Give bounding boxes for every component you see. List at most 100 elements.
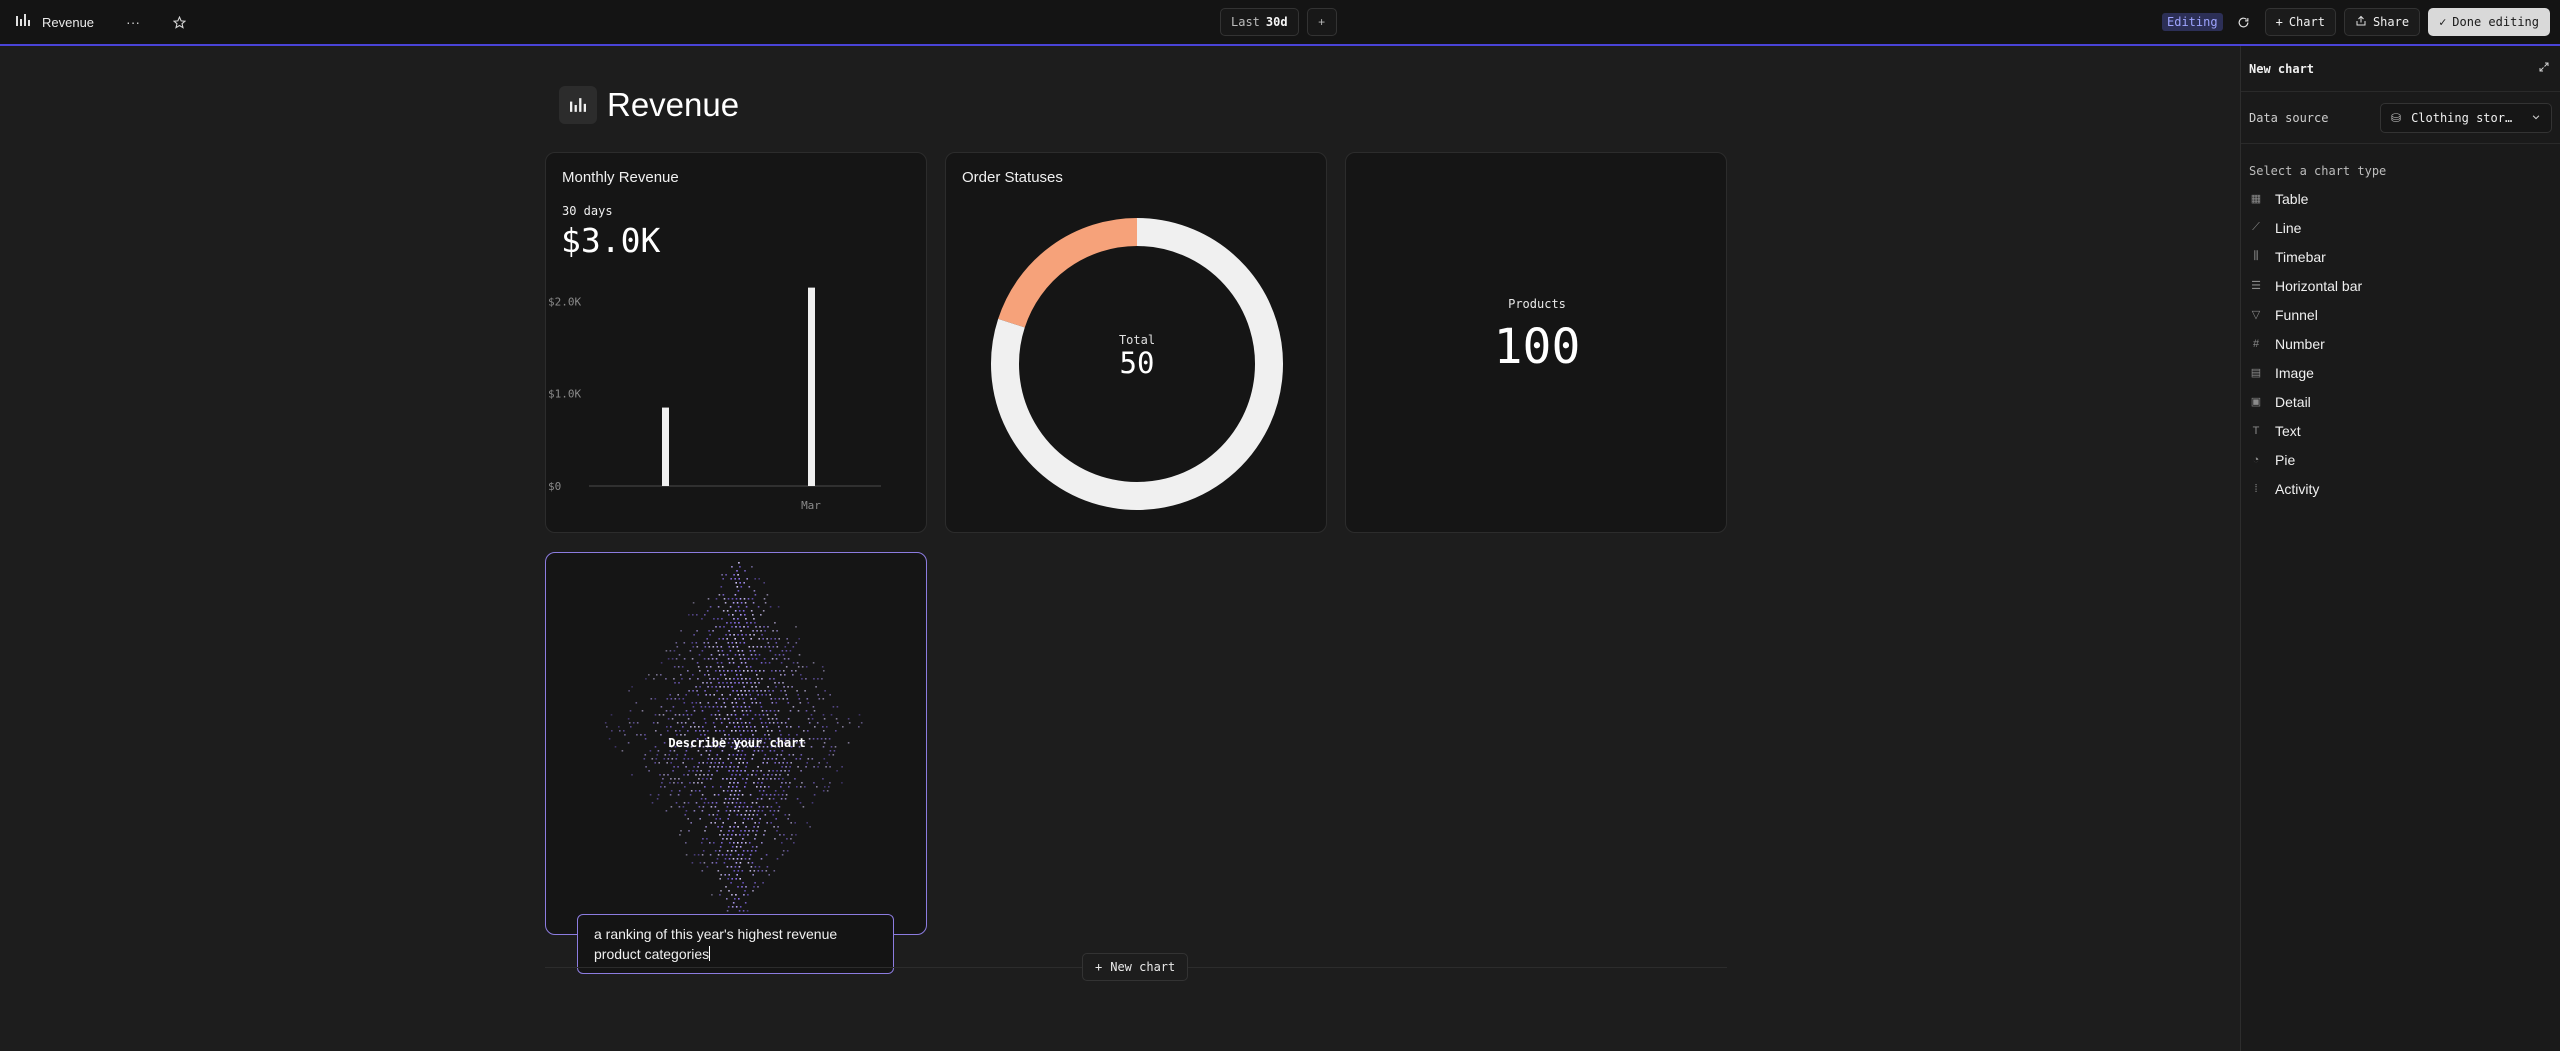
pattern-dot [801,678,803,680]
pattern-dot [711,894,713,896]
pattern-dot [723,702,726,704]
pattern-dot [684,722,687,724]
dashboard-title[interactable]: Revenue [42,15,94,30]
ai-chart-card[interactable]: Describe your chart [545,552,927,935]
pattern-dot [729,634,731,636]
chart-prompt-input[interactable]: a ranking of this year's highest revenue… [577,914,894,974]
pattern-dot [693,766,695,768]
pattern-dot [702,838,704,840]
pattern-dot [739,802,742,804]
pattern-dot [694,726,696,728]
page-title[interactable]: Revenue [607,86,739,124]
pattern-dot [651,758,654,760]
pattern-dot [824,690,826,692]
pattern-dot [688,830,690,832]
chart-type-number[interactable]: # Number [2241,329,2560,358]
pattern-dot [707,758,710,760]
pattern-dot [779,834,781,836]
order-statuses-card[interactable]: Order Statuses Total 50 [945,152,1327,533]
pattern-dot [735,670,737,672]
pattern-dot [728,786,730,788]
pattern-dot [805,666,808,668]
pattern-dot [735,878,737,880]
pattern-dot [701,810,704,812]
pattern-dot [730,622,732,624]
chart-type-detail[interactable]: ▣ Detail [2241,387,2560,416]
products-card[interactable]: Products 100 [1345,152,1727,533]
pattern-dot [699,670,701,672]
pattern-dot [621,750,624,752]
chart-type-line[interactable]: ⟋ Line [2241,213,2560,242]
pattern-dot [744,902,747,904]
pattern-dot [700,770,702,772]
monthly-revenue-card[interactable]: Monthly Revenue 30 days $3.0K $0 $1.0K $2.… [545,152,927,533]
data-source-value: Clothing stor… [2411,110,2513,125]
pattern-dot [780,674,782,676]
database-icon: ⛁ [2391,110,2402,125]
date-range-button[interactable]: Last 30d [1220,8,1299,36]
pattern-dot [714,806,717,808]
pattern-dot [742,822,744,824]
pattern-dot [773,710,776,712]
pattern-dot [722,762,724,764]
pattern-dot [728,830,730,832]
chart-type-table[interactable]: ▦ Table [2241,184,2560,213]
pattern-dot [732,902,735,904]
more-options-icon[interactable]: ··· [120,9,146,35]
pattern-dot [700,754,703,756]
pattern-dot [732,690,734,692]
chart-type-timebar[interactable]: ⫼ Timebar [2241,242,2560,271]
pattern-dot [728,722,731,724]
donut-slice [998,218,1138,328]
chart-type-image[interactable]: ▤ Image [2241,358,2560,387]
pattern-dot [688,690,690,692]
pattern-dot [765,710,768,712]
pattern-dot [689,794,692,796]
pattern-dot [742,850,745,852]
chart-type-activity[interactable]: ⁞ Activity [2241,474,2560,503]
pattern-dot [737,750,740,752]
pattern-dot [750,638,752,640]
pattern-dot [677,794,680,796]
pattern-dot [704,830,706,832]
pattern-dot [773,794,776,796]
pattern-dot [787,818,789,820]
pattern-dot [674,714,677,716]
pattern-dot [763,582,765,584]
chart-type-horizontal-bar[interactable]: ☰ Horizontal bar [2241,271,2560,300]
pattern-dot [699,730,701,732]
chart-type-pie[interactable]: ◔ Pie [2241,445,2560,474]
pattern-dot [733,634,735,636]
chart-type-text[interactable]: T Text [2241,416,2560,445]
pattern-dot [786,638,788,640]
refresh-icon[interactable] [2231,9,2257,35]
pattern-dot [710,822,712,824]
add-filter-button[interactable]: + [1306,8,1337,36]
data-source-select[interactable]: ⛁ Clothing stor… [2380,102,2552,133]
share-button[interactable]: Share [2343,8,2421,36]
new-chart-button[interactable]: + New chart [1082,953,1189,981]
bar-chart-icon[interactable] [559,86,597,124]
share-label: Share [2372,15,2410,29]
pattern-dot [731,626,733,628]
pattern-dot [741,794,744,796]
add-chart-button[interactable]: + Chart [2264,8,2336,36]
done-editing-button[interactable]: ✓ Done editing [2428,8,2550,36]
pattern-dot [747,670,749,672]
expand-icon[interactable] [2538,60,2550,78]
pattern-dot [665,810,668,812]
pattern-dot [737,886,739,888]
pattern-dot [754,682,756,684]
pattern-dot [658,714,661,716]
new-chart-label: New chart [1110,960,1176,974]
pattern-dot [765,694,767,696]
pattern-dot [768,690,770,692]
pattern-dot [702,778,704,780]
pattern-dot [697,854,700,856]
chart-type-funnel[interactable]: ▽ Funnel [2241,300,2560,329]
pattern-dot [671,758,674,760]
pattern-dot [727,906,730,908]
pattern-dot [667,658,670,660]
star-icon[interactable] [166,9,192,35]
pattern-dot [774,654,777,656]
